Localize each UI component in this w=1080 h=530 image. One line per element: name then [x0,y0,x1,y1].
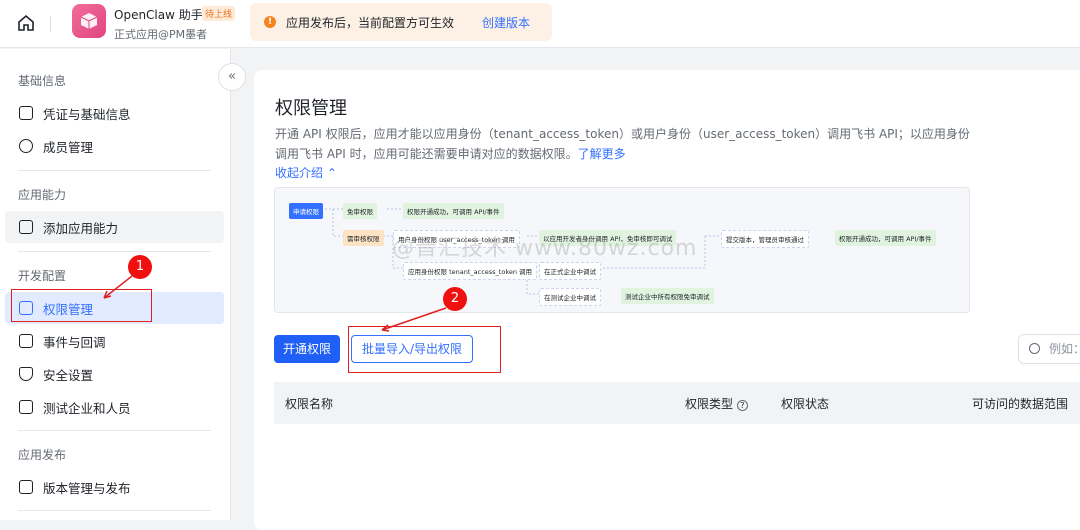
divider [18,510,211,511]
collapse-intro-link[interactable]: 收起介绍 ⌃ [275,164,337,181]
table-header: 权限名称 权限类型 ? 权限状态 可访问的数据范围 [274,382,1080,424]
grid-plus-icon [19,220,33,234]
column-status: 权限状态 [781,397,830,411]
credential-icon [19,106,33,120]
node-need-review: 需审核权限 [343,230,384,246]
annotation-step-1: 1 [128,255,152,279]
sidebar: 基础信息 凭证与基础信息 成员管理 应用能力 添加应用能力 开发配置 权限管理 … [0,49,231,520]
sidebar-item-release[interactable]: 版本管理与发布 [5,471,224,503]
node-success-1: 权限开通成功，可调用 API/事件 [403,203,504,219]
search-placeholder: 例如： [1049,342,1080,356]
sidebar-item-events[interactable]: 事件与回调 [5,325,224,357]
annotation-box-2 [348,326,501,373]
top-bar: OpenClaw 助手 待上线 正式应用@PM墨者 ! 应用发布后，当前配置方可… [0,0,1080,48]
watermark: @晋汇技术 www.80wz.com [392,236,698,261]
search-input[interactable]: 例如： [1018,334,1080,364]
node-test: 在测试企业中调试 [539,288,601,306]
help-icon[interactable]: ? [736,400,748,411]
column-scope: 可访问的数据范围 [972,397,1069,411]
create-version-link[interactable]: 创建版本 [482,14,530,31]
status-badge: 待上线 [202,6,236,21]
item-label: 添加应用能力 [43,220,119,236]
notice-text: 应用发布后，当前配置方可生效 [286,15,455,30]
warning-icon: ! [264,16,276,28]
section-title: 开发配置 [18,269,67,283]
node-formal: 在正式企业中调试 [539,262,601,280]
column-type: 权限类型 ? [685,395,748,412]
app-subtitle: 正式应用@PM墨者 [114,28,208,41]
node-success-2: 权限开通成功，可调用 API/事件 [835,230,936,246]
user-icon [19,139,33,153]
item-label: 成员管理 [43,139,94,155]
section-title: 应用发布 [18,448,67,462]
annotation-box-1 [11,289,152,322]
divider [18,170,211,171]
chevron-up-icon: ⌃ [326,166,337,180]
section-title: 基础信息 [18,74,67,88]
sidebar-item-security[interactable]: 安全设置 [5,358,224,390]
section-title: 应用能力 [18,188,67,202]
item-label: 版本管理与发布 [43,480,131,496]
shield-icon [19,367,33,381]
item-label: 安全设置 [43,367,94,383]
item-label: 测试企业和人员 [43,400,131,416]
divider [18,251,211,252]
plus-box-icon [19,334,33,348]
collapse-intro-label: 收起介绍 [275,166,324,180]
node-submit: 提交版本，管理员审核通过 [721,230,809,248]
item-label: 事件与回调 [43,334,106,350]
app-name: OpenClaw 助手 [114,8,203,22]
main-panel: 权限管理 开通 API 权限后，应用才能以应用身份（tenant_access_… [254,70,1080,530]
node-no-review: 免审权限 [343,203,377,219]
collapse-sidebar-button[interactable]: « [218,63,246,91]
upload-icon [19,480,33,494]
node-app-perm: 应用身份权限 tenant_access_token 调用 [403,262,538,280]
search-icon [1029,343,1040,354]
sidebar-item-members[interactable]: 成员管理 [5,130,224,162]
sidebar-item-credentials[interactable]: 凭证与基础信息 [5,97,224,129]
learn-more-link[interactable]: 了解更多 [578,147,626,161]
code-icon [19,400,33,414]
sidebar-item-test-tenants[interactable]: 测试企业和人员 [5,391,224,423]
app-logo [72,4,106,38]
home-icon[interactable] [16,13,36,33]
divider [50,16,51,32]
publish-notice: ! 应用发布后，当前配置方可生效 创建版本 [250,3,552,41]
column-type-label: 权限类型 [685,397,734,411]
page-title: 权限管理 [275,98,347,119]
divider [18,430,211,431]
sidebar-item-add-capability[interactable]: 添加应用能力 [5,211,224,243]
enable-permission-button[interactable]: 开通权限 [274,335,340,363]
item-label: 凭证与基础信息 [43,106,131,122]
column-name: 权限名称 [285,397,334,411]
page-description: 开通 API 权限后，应用才能以应用身份（tenant_access_token… [275,124,975,164]
node-test-free: 测试企业中所有权限免审调试 [621,288,714,304]
node-apply: 申请权限 [289,203,323,219]
annotation-step-2: 2 [443,287,467,311]
